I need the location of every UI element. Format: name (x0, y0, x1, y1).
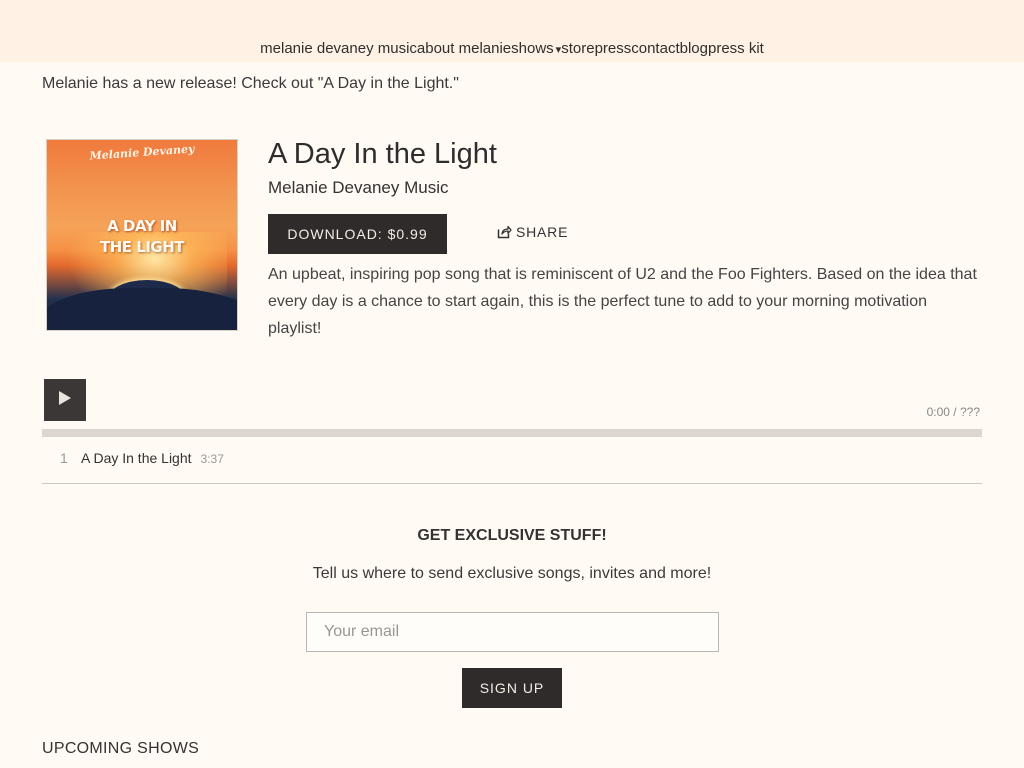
share-label: SHARE (516, 224, 569, 240)
download-button[interactable]: DOWNLOAD: $0.99 (268, 214, 447, 254)
play-button[interactable] (44, 379, 86, 421)
main-nav: melanie devaney music about melanie show… (0, 40, 1024, 57)
time-separator: / (953, 405, 957, 419)
track-length: 3:37 (200, 452, 224, 466)
cover-title-text: A DAY IN THE LIGHT (47, 216, 237, 258)
album-artist[interactable]: Melanie Devaney Music (268, 178, 448, 198)
nav-item-store[interactable]: store (561, 40, 594, 57)
nav-item-shows-label: shows (511, 40, 554, 57)
current-time: 0:00 (926, 405, 950, 419)
nav-item-shows[interactable]: shows ▾ (511, 40, 561, 57)
track-row[interactable]: 1 A Day In the Light 3:37 (42, 450, 982, 484)
announcement-text: Melanie has a new release! Check out "A … (42, 75, 459, 92)
nav-item-contact[interactable]: contact (631, 40, 679, 57)
signup-heading: GET EXCLUSIVE STUFF! (417, 527, 607, 544)
play-icon (58, 390, 72, 411)
signup-subheading: Tell us where to send exclusive songs, i… (312, 565, 712, 582)
cover-artist-text: Melanie Devaney (89, 142, 195, 163)
cover-title-line-2: THE LIGHT (100, 238, 185, 256)
album-cover[interactable]: Melanie Devaney A DAY IN THE LIGHT (46, 139, 238, 331)
nav-item-home[interactable]: melanie devaney music (260, 40, 417, 57)
cover-title-line-1: A DAY IN (107, 217, 177, 235)
email-field[interactable] (306, 612, 719, 652)
duration: ??? (959, 405, 980, 419)
nav-item-blog[interactable]: blog (680, 40, 708, 57)
track-name[interactable]: A Day In the Light (81, 450, 192, 466)
progress-bar[interactable] (42, 429, 982, 437)
time-display: 0:00 / ??? (927, 405, 980, 419)
upcoming-shows-heading: UPCOMING SHOWS (42, 740, 200, 757)
album-title: A Day In the Light (268, 138, 497, 170)
nav-item-about[interactable]: about melanie (417, 40, 511, 57)
nav-item-press[interactable]: press (595, 40, 632, 57)
track-number: 1 (60, 450, 68, 466)
share-button[interactable]: SHARE (497, 224, 568, 240)
album-description: An upbeat, inspiring pop song that is re… (268, 266, 977, 337)
share-icon (497, 225, 512, 239)
sign-up-button[interactable]: SIGN UP (462, 668, 562, 708)
nav-item-press-kit[interactable]: press kit (708, 40, 764, 57)
cover-cloud (47, 288, 237, 330)
